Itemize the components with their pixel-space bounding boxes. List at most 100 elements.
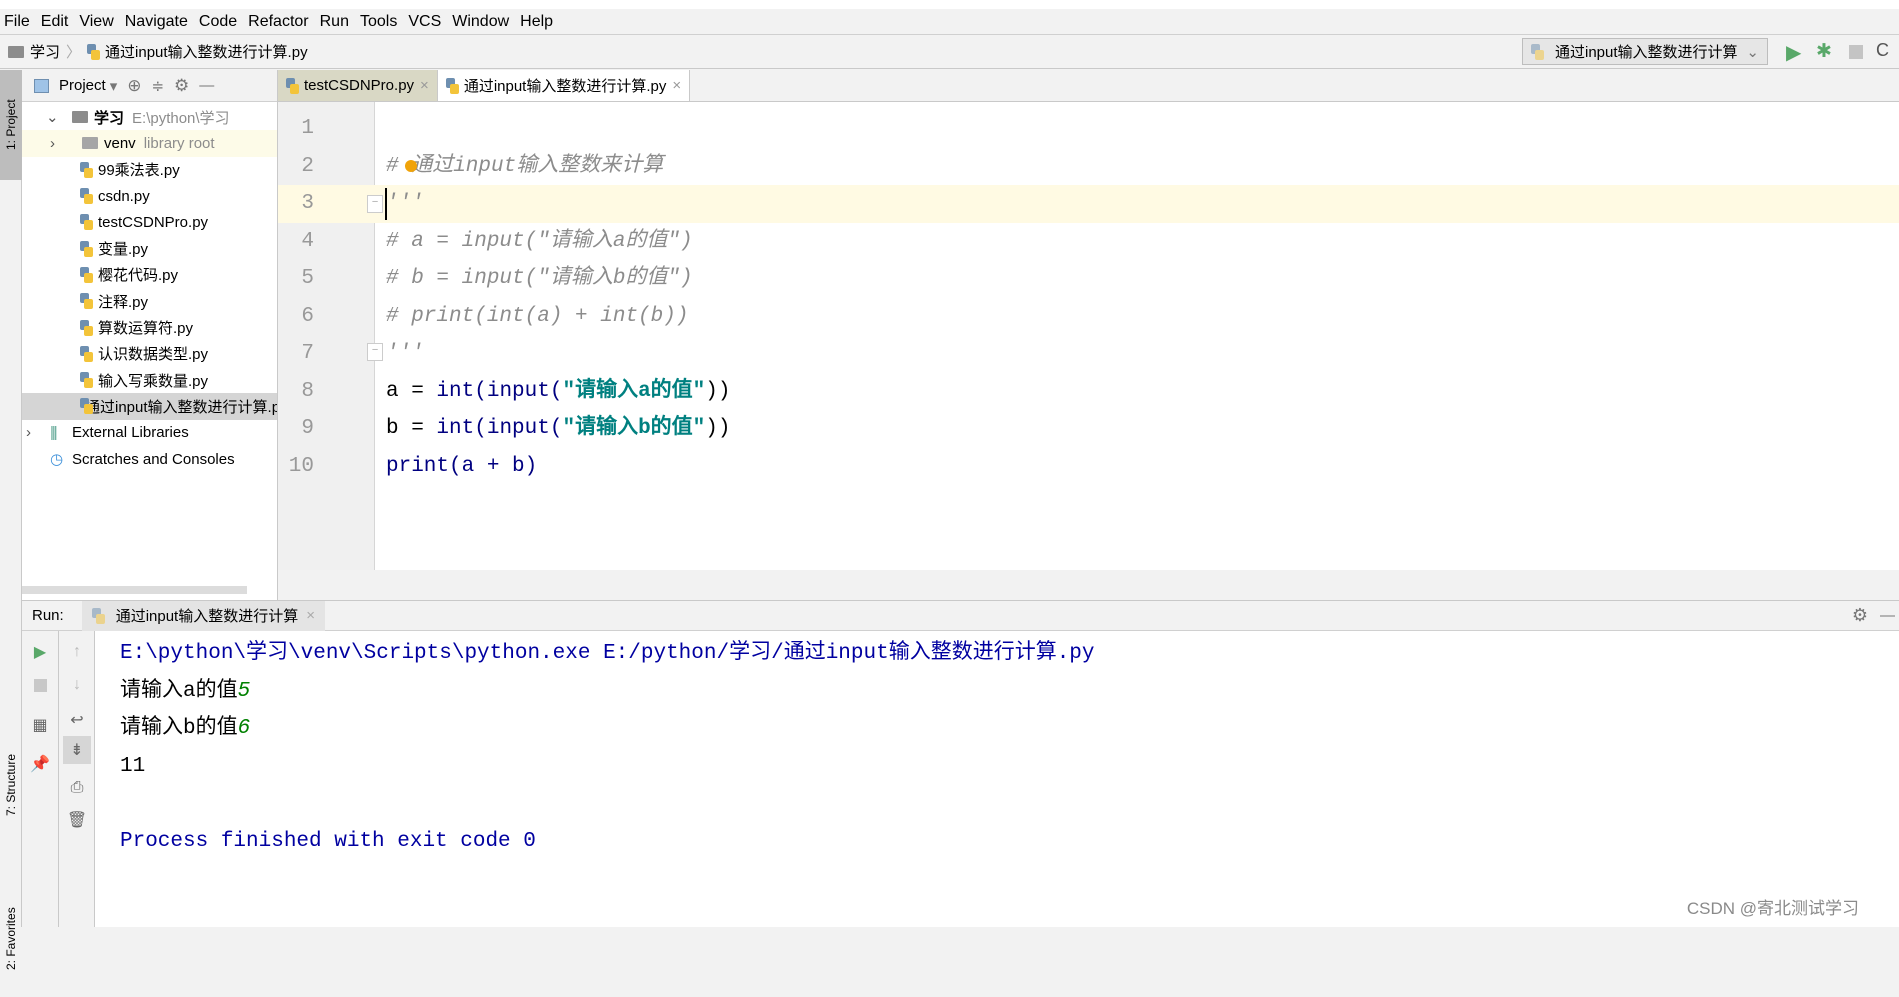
python-file-icon <box>286 77 299 94</box>
tool-tab-structure[interactable]: 7: Structure <box>0 710 22 860</box>
tree-scratches[interactable]: ◷ Scratches and Consoles <box>22 446 277 472</box>
breadcrumb-file[interactable]: 通过input输入整数进行计算.py <box>105 41 308 62</box>
close-icon[interactable]: × <box>306 607 315 624</box>
scratches-label: Scratches and Consoles <box>72 450 235 468</box>
code-text: a = <box>386 379 437 403</box>
editor-bottom-area <box>278 570 1899 600</box>
layout-icon[interactable]: ▦ <box>31 716 49 734</box>
run-toolbar: ▶ ▦ 📌 <box>22 631 59 927</box>
tree-file[interactable]: 认识数据类型.py <box>22 341 277 367</box>
gear-icon[interactable]: ⚙ <box>1852 605 1868 626</box>
menu-edit[interactable]: Edit <box>41 13 69 31</box>
tree-file[interactable]: 樱花代码.py <box>22 262 277 288</box>
menu-vcs[interactable]: VCS <box>408 13 441 31</box>
python-file-icon <box>80 319 93 336</box>
trash-icon[interactable]: 🗑 <box>67 811 87 829</box>
line-number: 1 <box>301 117 314 140</box>
chevron-down-icon[interactable]: ▾ <box>110 77 118 95</box>
tool-tab-project[interactable]: 1: Project <box>0 70 22 180</box>
tree-venv[interactable]: › venv library root <box>22 130 277 157</box>
breadcrumb-folder[interactable]: 学习 <box>30 41 60 62</box>
menu-view[interactable]: View <box>79 13 113 31</box>
menu-run[interactable]: Run <box>320 13 349 31</box>
file-name: csdn.py <box>98 187 150 205</box>
console-line: 请输入a的值5 <box>120 673 250 711</box>
menu-tools[interactable]: Tools <box>360 13 397 31</box>
lightbulb-icon[interactable] <box>405 159 417 172</box>
menu-navigate[interactable]: Navigate <box>125 13 188 31</box>
print-icon[interactable]: ⎙ <box>68 779 86 797</box>
tree-file[interactable]: testCSDNPro.py <box>22 209 277 235</box>
minimize-icon[interactable]: — <box>1880 607 1895 624</box>
stop-button[interactable] <box>1849 45 1863 59</box>
code-string: "请输入b的值" <box>562 417 706 440</box>
python-file-icon <box>80 345 93 362</box>
python-file-icon <box>80 240 93 257</box>
run-tab-label: 通过input输入整数进行计算 <box>115 608 299 625</box>
tree-file[interactable]: 99乘法表.py <box>22 157 277 183</box>
search-icon[interactable]: C <box>1876 40 1889 61</box>
code-text: b = <box>386 417 437 440</box>
console-toolbar: ↑ ↓ ↩ ⇟ ⎙ 🗑 <box>59 631 95 927</box>
run-configuration-select[interactable]: 通过input输入整数进行计算 ⌄ <box>1522 38 1768 65</box>
console-user-input: 6 <box>237 717 251 740</box>
tree-file[interactable]: 注释.py <box>22 288 277 314</box>
code-line: 10 print(a + b) <box>278 448 1899 486</box>
soft-wrap-icon[interactable]: ↩ <box>68 711 86 729</box>
tree-file[interactable]: 输入写乘数量.py <box>22 367 277 393</box>
gear-icon[interactable]: ⚙ <box>174 76 189 96</box>
root-name: 学习 <box>94 109 125 127</box>
menu-help[interactable]: Help <box>520 13 553 31</box>
tab-testcsdnpro[interactable]: testCSDNPro.py × <box>278 70 438 101</box>
menu-window[interactable]: Window <box>452 13 509 31</box>
tree-file[interactable]: csdn.py <box>22 183 277 209</box>
tree-root[interactable]: ⌄ 学习 E:\python\学习 <box>22 104 277 130</box>
close-icon[interactable]: × <box>420 77 429 94</box>
fold-icon[interactable]: − <box>367 195 383 213</box>
stop-icon[interactable] <box>33 678 47 692</box>
arrow-up-icon[interactable]: ↑ <box>68 643 86 661</box>
horizontal-scrollbar[interactable] <box>22 586 247 594</box>
console-line: 请输入b的值6 <box>120 710 250 748</box>
code-text: ''' <box>386 342 424 365</box>
close-icon[interactable]: × <box>672 77 681 94</box>
locate-icon[interactable]: ⊕ <box>127 76 141 96</box>
scroll-to-end-icon[interactable]: ⇟ <box>63 736 91 764</box>
python-file-icon <box>80 188 93 205</box>
run-label: Run: <box>32 607 64 624</box>
collapse-all-icon[interactable]: ≑ <box>151 77 164 95</box>
project-view-select[interactable]: Project <box>59 77 106 94</box>
python-file-icon <box>80 372 93 389</box>
code-builtin: int( <box>436 379 487 403</box>
menu-file[interactable]: File <box>4 13 30 31</box>
code-line-current: 3 ''' − <box>278 185 1899 223</box>
menu-code[interactable]: Code <box>199 13 237 31</box>
code-editor[interactable]: 1 2 # 通过input输入整数来计算 3 ''' − 4 # a = input("… <box>278 102 1899 570</box>
tree-file[interactable]: 算数运算符.py <box>22 314 277 340</box>
tool-tab-favorites[interactable]: 2: Favorites <box>0 880 22 997</box>
menu-refactor[interactable]: Refactor <box>248 13 308 31</box>
minimize-icon[interactable]: — <box>199 77 214 94</box>
line-number: 2 <box>301 154 314 178</box>
console-command: E:\python\学习\venv\Scripts\python.exe E:/… <box>120 642 1095 665</box>
run-button[interactable]: ▶ <box>1786 40 1801 65</box>
tree-file[interactable]: 变量.py <box>22 235 277 261</box>
tab-active-file[interactable]: 通过input输入整数进行计算.py × <box>437 70 691 101</box>
fold-icon[interactable]: − <box>367 343 383 361</box>
run-tab[interactable]: 通过input输入整数进行计算 × <box>81 600 325 631</box>
file-name: 输入写乘数量.py <box>98 372 209 390</box>
arrow-down-icon[interactable]: ↓ <box>68 676 86 694</box>
chevron-right-icon: › <box>50 134 55 152</box>
debug-bug-icon[interactable]: ✱ <box>1816 40 1832 63</box>
rerun-icon[interactable]: ▶ <box>31 643 49 661</box>
pin-icon[interactable]: 📌 <box>30 755 50 773</box>
tab-label: testCSDNPro.py <box>304 77 415 94</box>
line-number: 3 <box>278 185 314 223</box>
tree-external-libraries[interactable]: › ||| External Libraries <box>22 420 277 446</box>
tree-file-selected[interactable]: 通过input输入整数进行计算.py <box>22 393 277 420</box>
python-icon <box>1531 43 1544 60</box>
code-line: 2 # 通过input输入整数来计算 <box>278 148 1899 186</box>
editor-tabs: testCSDNPro.py × 通过input输入整数进行计算.py × <box>278 70 1899 102</box>
console-exit-message: Process finished with exit code 0 <box>120 829 536 853</box>
root-path: E:\python\学习 <box>132 109 230 127</box>
